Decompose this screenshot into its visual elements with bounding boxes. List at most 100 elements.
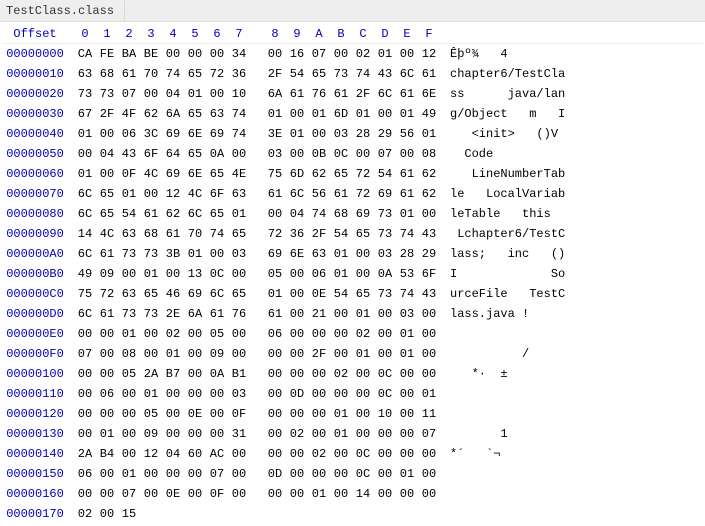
hex-byte[interactable]: 61: [330, 84, 352, 104]
hex-byte[interactable]: 00: [374, 304, 396, 324]
hex-byte[interactable]: 01: [264, 104, 286, 124]
hex-byte[interactable]: 00: [228, 484, 250, 504]
hex-byte[interactable]: 2F: [96, 104, 118, 124]
hex-byte[interactable]: 01: [286, 124, 308, 144]
hex-byte[interactable]: 3C: [140, 124, 162, 144]
hex-byte[interactable]: 05: [118, 364, 140, 384]
hex-byte[interactable]: 00: [118, 264, 140, 284]
hex-byte[interactable]: 43: [418, 224, 440, 244]
hex-byte[interactable]: 00: [330, 304, 352, 324]
offset-cell[interactable]: 00000010: [2, 64, 74, 84]
hex-byte[interactable]: [184, 504, 206, 524]
hex-byte[interactable]: 00: [396, 44, 418, 64]
hex-byte[interactable]: 00: [264, 444, 286, 464]
offset-cell[interactable]: 00000110: [2, 384, 74, 404]
hex-byte[interactable]: 01: [330, 404, 352, 424]
hex-byte[interactable]: 69: [162, 164, 184, 184]
hex-byte[interactable]: 00: [352, 244, 374, 264]
hex-byte[interactable]: 01: [74, 164, 96, 184]
hex-byte[interactable]: 00: [330, 384, 352, 404]
hex-byte[interactable]: CA: [74, 44, 96, 64]
offset-cell[interactable]: 00000080: [2, 204, 74, 224]
hex-byte[interactable]: 01: [396, 464, 418, 484]
hex-byte[interactable]: 01: [74, 124, 96, 144]
hex-byte[interactable]: 0C: [330, 144, 352, 164]
hex-byte[interactable]: 00: [330, 344, 352, 364]
hex-byte[interactable]: 00: [74, 484, 96, 504]
hex-byte[interactable]: 00: [352, 364, 374, 384]
hex-byte[interactable]: [162, 504, 184, 524]
hex-byte[interactable]: 56: [308, 184, 330, 204]
hex-byte[interactable]: 43: [118, 144, 140, 164]
ascii-cell[interactable]: Code: [440, 144, 580, 164]
hex-byte[interactable]: 75: [264, 164, 286, 184]
hex-byte[interactable]: 6D: [330, 104, 352, 124]
hex-byte[interactable]: B4: [96, 444, 118, 464]
hex-byte[interactable]: 00: [264, 424, 286, 444]
hex-byte[interactable]: 75: [74, 284, 96, 304]
hex-byte[interactable]: 00: [330, 44, 352, 64]
hex-byte[interactable]: 07: [118, 84, 140, 104]
hex-byte[interactable]: 74: [396, 284, 418, 304]
hex-byte[interactable]: 63: [228, 184, 250, 204]
hex-byte[interactable]: 00: [330, 484, 352, 504]
hex-byte[interactable]: 00: [96, 344, 118, 364]
hex-byte[interactable]: 0A: [206, 144, 228, 164]
hex-byte[interactable]: 00: [206, 384, 228, 404]
hex-byte[interactable]: 00: [184, 324, 206, 344]
hex-byte[interactable]: 63: [308, 244, 330, 264]
hex-byte[interactable]: 6C: [74, 184, 96, 204]
hex-byte[interactable]: 00: [418, 324, 440, 344]
file-tab[interactable]: TestClass.class: [0, 1, 125, 21]
hex-byte[interactable]: 74: [228, 124, 250, 144]
hex-byte[interactable]: 2A: [140, 364, 162, 384]
hex-byte[interactable]: 74: [308, 204, 330, 224]
hex-byte[interactable]: 00: [396, 144, 418, 164]
hex-byte[interactable]: 13: [184, 264, 206, 284]
hex-byte[interactable]: 6A: [264, 84, 286, 104]
hex-byte[interactable]: 61: [396, 164, 418, 184]
hex-byte[interactable]: 2A: [74, 444, 96, 464]
hex-byte[interactable]: 00: [264, 344, 286, 364]
hex-byte[interactable]: 62: [418, 184, 440, 204]
hex-byte[interactable]: 08: [418, 144, 440, 164]
hex-byte[interactable]: 00: [418, 344, 440, 364]
hex-byte[interactable]: 72: [352, 184, 374, 204]
hex-byte[interactable]: 04: [162, 444, 184, 464]
hex-byte[interactable]: 65: [352, 284, 374, 304]
offset-cell[interactable]: 000000F0: [2, 344, 74, 364]
offset-cell[interactable]: 00000120: [2, 404, 74, 424]
hex-byte[interactable]: 6C: [74, 244, 96, 264]
hex-byte[interactable]: 00: [96, 504, 118, 524]
hex-byte[interactable]: 00: [184, 424, 206, 444]
hex-byte[interactable]: 01: [330, 264, 352, 284]
hex-byte[interactable]: 73: [118, 304, 140, 324]
hex-byte[interactable]: 05: [264, 264, 286, 284]
hex-byte[interactable]: 63: [118, 224, 140, 244]
hex-byte[interactable]: 00: [162, 384, 184, 404]
hex-byte[interactable]: 6C: [74, 204, 96, 224]
hex-byte[interactable]: 02: [352, 44, 374, 64]
hex-byte[interactable]: 14: [352, 484, 374, 504]
hex-byte[interactable]: 00: [352, 144, 374, 164]
hex-byte[interactable]: 02: [352, 324, 374, 344]
hex-byte[interactable]: 00: [162, 264, 184, 284]
ascii-cell[interactable]: [440, 324, 580, 344]
hex-byte[interactable]: 00: [308, 364, 330, 384]
hex-byte[interactable]: [228, 504, 250, 524]
hex-byte[interactable]: 61: [396, 184, 418, 204]
hex-byte[interactable]: 65: [228, 224, 250, 244]
hex-byte[interactable]: 00: [374, 424, 396, 444]
hex-byte[interactable]: 72: [264, 224, 286, 244]
offset-cell[interactable]: 000000D0: [2, 304, 74, 324]
hex-byte[interactable]: 00: [264, 44, 286, 64]
hex-byte[interactable]: 01: [330, 424, 352, 444]
hex-byte[interactable]: 00: [162, 404, 184, 424]
hex-byte[interactable]: 0C: [352, 464, 374, 484]
hex-byte[interactable]: 69: [184, 284, 206, 304]
hex-byte[interactable]: 73: [140, 304, 162, 324]
hex-byte[interactable]: 00: [286, 104, 308, 124]
hex-byte[interactable]: BA: [118, 44, 140, 64]
hex-byte[interactable]: 00: [96, 404, 118, 424]
hex-byte[interactable]: [206, 504, 228, 524]
